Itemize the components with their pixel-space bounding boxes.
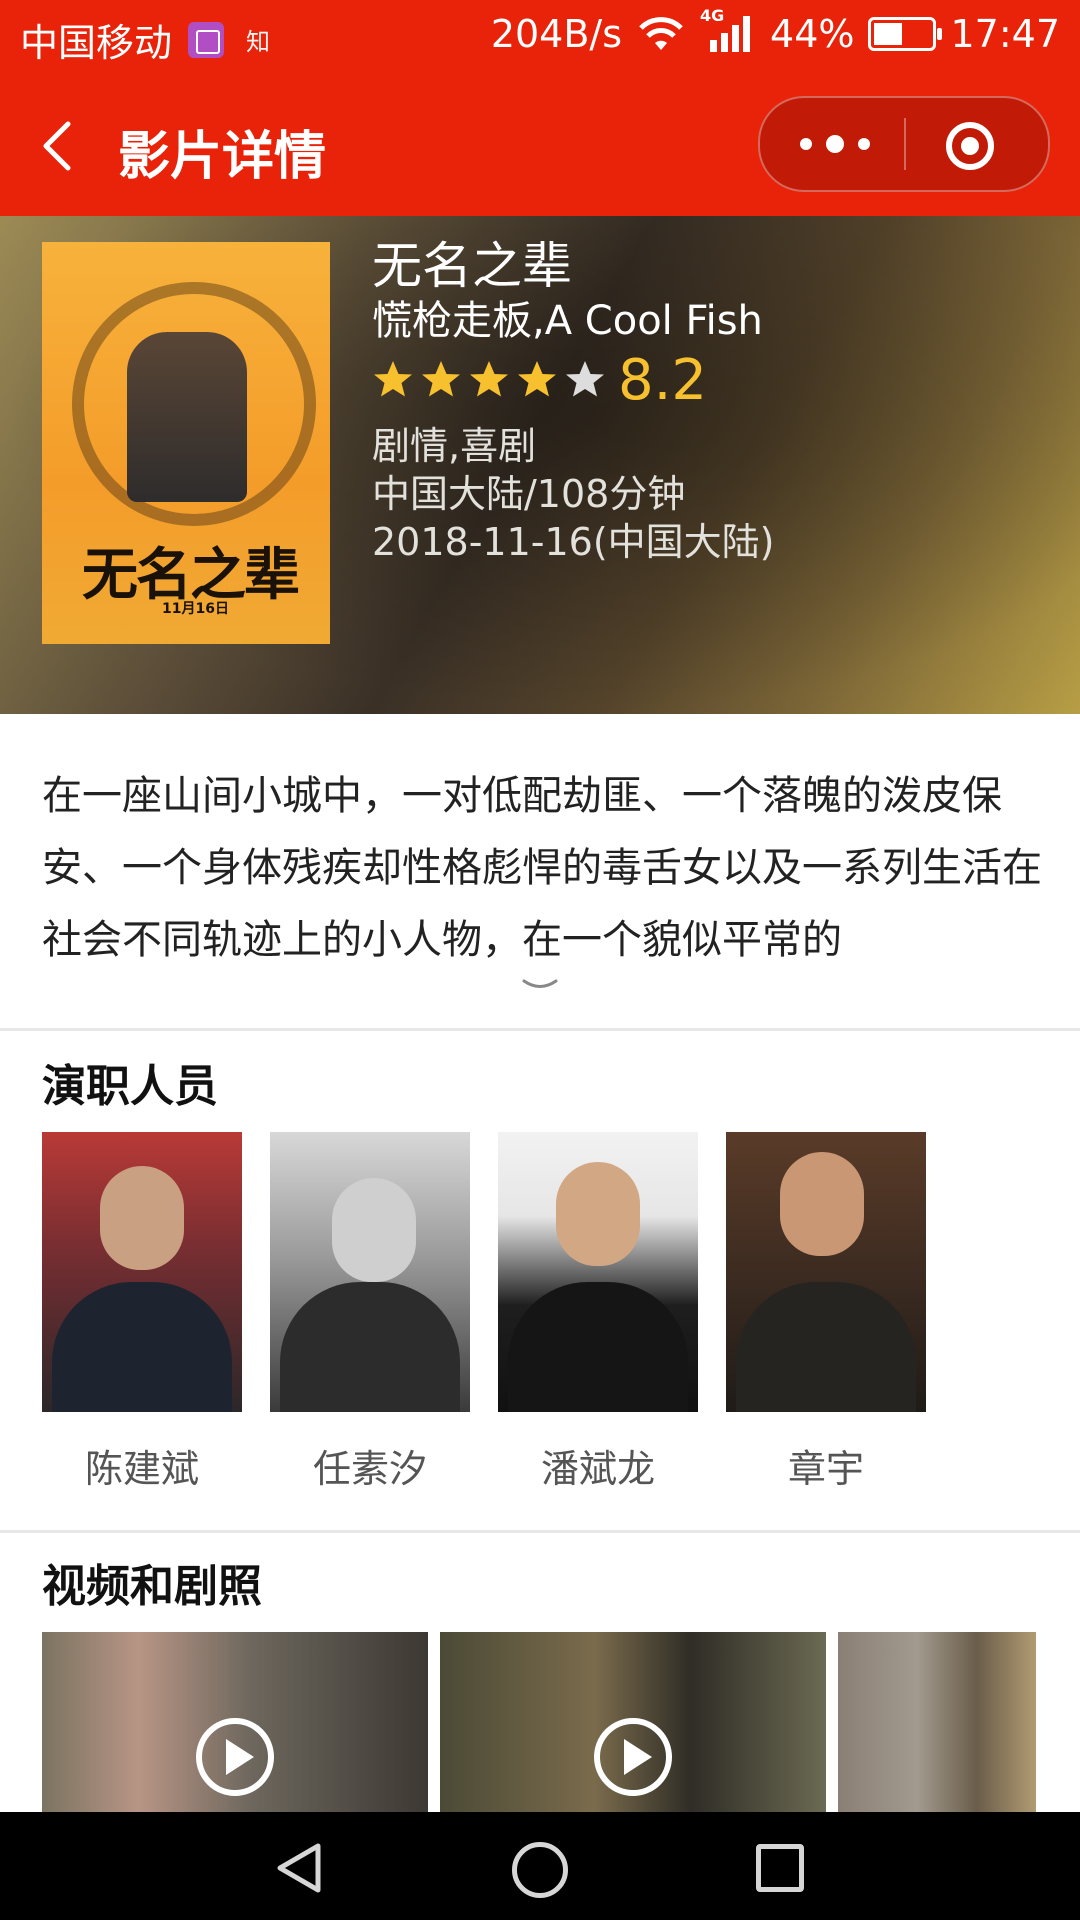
more-dots-icon[interactable] (800, 122, 870, 166)
poster-date: 11月16日 (162, 601, 229, 617)
battery-icon (868, 17, 943, 51)
cast-photo (42, 1132, 242, 1412)
media-section-title: 视频和剧照 (42, 1561, 262, 1612)
media-list (42, 1632, 1036, 1812)
cast-member[interactable]: 章宇 (726, 1132, 926, 1493)
cell-signal-icon: 4G (700, 6, 756, 54)
miniapp-capsule (758, 96, 1050, 192)
nav-recent-icon[interactable] (756, 1844, 804, 1892)
poster-figure (127, 332, 247, 502)
back-icon[interactable] (38, 116, 88, 176)
cast-member[interactable]: 陈建斌 (42, 1132, 242, 1493)
app-header: 影片详情 (0, 76, 1080, 216)
movie-title: 无名之辈 (372, 237, 572, 295)
nav-back-icon[interactable] (272, 1840, 328, 1896)
status-right: 204B/s 4G 44% 17:47 (490, 6, 1060, 56)
cast-list: 陈建斌 任素汐 潘斌龙 章宇 (42, 1132, 926, 1493)
movie-genres: 剧情,喜剧 (372, 424, 537, 468)
section-divider (0, 1028, 1080, 1031)
capsule-divider (904, 118, 906, 170)
nav-home-icon[interactable] (512, 1842, 568, 1898)
cast-photo (270, 1132, 470, 1412)
star-icon (470, 361, 508, 397)
cast-member[interactable]: 任素汐 (270, 1132, 470, 1493)
play-icon (196, 1718, 274, 1796)
cast-name: 任素汐 (312, 1447, 427, 1491)
star-icon (374, 361, 412, 397)
star-icon (566, 361, 604, 397)
status-bar: 中国移动 知 204B/s 4G 44% 17:47 (0, 0, 1080, 76)
system-nav-bar (0, 1812, 1080, 1920)
movie-hero: 无名之辈 11月16日 无名之辈 慌枪走板,A Cool Fish 8.2 剧情… (0, 216, 1080, 714)
gallery-notification-icon (188, 21, 225, 58)
section-divider (0, 1530, 1080, 1533)
cast-section-title: 演职人员 (42, 1061, 218, 1112)
video-thumbnail[interactable] (440, 1632, 826, 1812)
wifi-icon (639, 17, 683, 50)
movie-alias: 慌枪走板,A Cool Fish (372, 298, 763, 344)
movie-release-date: 2018-11-16(中国大陆) (372, 520, 775, 564)
zhihu-notification-icon: 知 (246, 28, 271, 56)
star-icon (422, 361, 460, 397)
cast-photo (726, 1132, 926, 1412)
carrier-name: 中国移动 (20, 21, 173, 65)
synopsis-text[interactable]: 在一座山间小城中，一对低配劫匪、一个落魄的泼皮保安、一个身体残疾却性格彪悍的毒舌… (42, 760, 1042, 976)
movie-poster[interactable]: 无名之辈 11月16日 (42, 242, 330, 644)
movie-info: 无名之辈 慌枪走板,A Cool Fish 8.2 剧情,喜剧 中国大陆/108… (372, 236, 775, 566)
rating-stars (372, 359, 612, 401)
page-title: 影片详情 (118, 127, 327, 187)
net-speed: 204B/s (490, 12, 623, 56)
cast-name: 潘斌龙 (540, 1447, 655, 1491)
rating-score: 8.2 (618, 347, 708, 413)
movie-rating: 8.2 (372, 347, 775, 413)
cast-photo (498, 1132, 698, 1412)
movie-region-duration: 中国大陆/108分钟 (372, 472, 686, 516)
photo-thumbnail[interactable] (838, 1632, 1036, 1812)
cast-name: 章宇 (787, 1447, 864, 1491)
video-thumbnail[interactable] (42, 1632, 428, 1812)
clock: 17:47 (950, 12, 1060, 56)
chevron-down-icon[interactable] (522, 978, 558, 996)
play-icon (594, 1718, 672, 1796)
star-icon (518, 361, 556, 397)
target-close-icon[interactable] (946, 122, 994, 170)
battery-percent: 44% (770, 12, 855, 56)
status-left: 中国移动 知 (20, 12, 270, 67)
cast-name: 陈建斌 (84, 1447, 199, 1491)
cast-member[interactable]: 潘斌龙 (498, 1132, 698, 1493)
